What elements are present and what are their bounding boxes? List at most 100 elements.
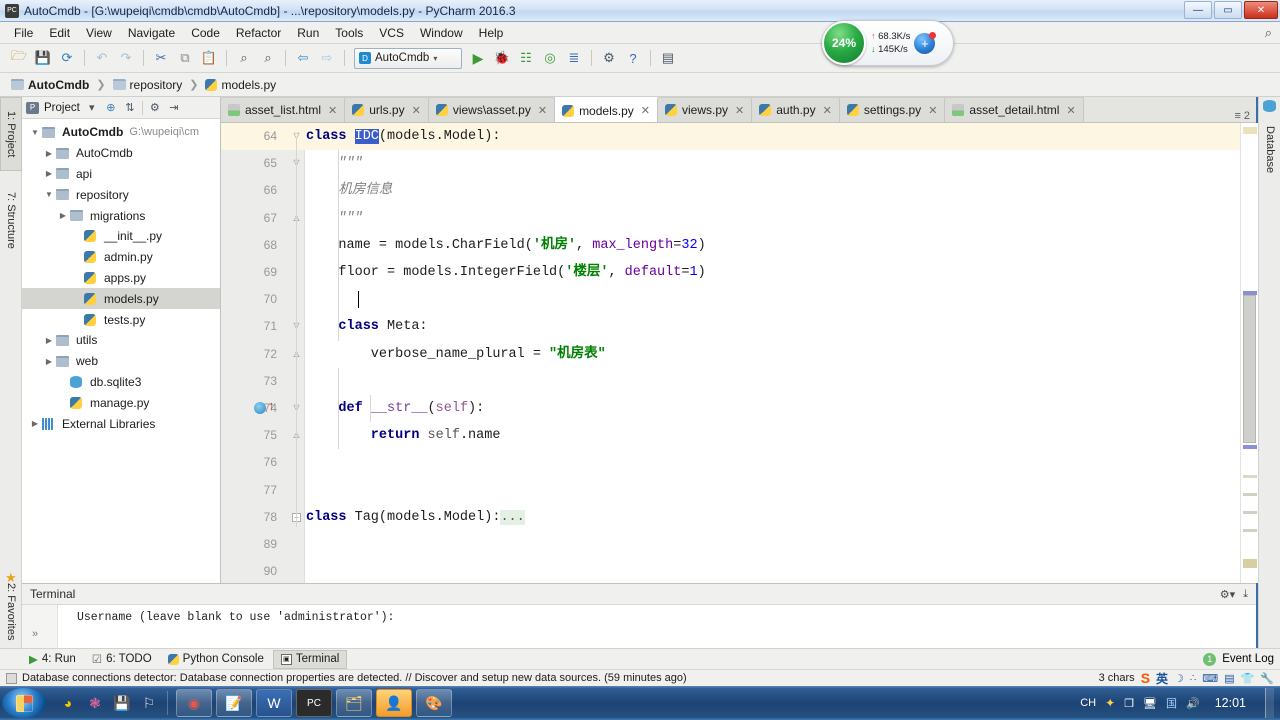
maximize-button[interactable]: ▭ [1214, 1, 1242, 19]
cut-icon[interactable]: ✂ [150, 47, 172, 69]
code-line[interactable]: class Tag(models.Model):... [306, 504, 525, 531]
collapse-all-icon[interactable]: ⇅ [123, 101, 137, 114]
menu-item-tools[interactable]: Tools [327, 24, 371, 42]
search-everywhere-icon[interactable]: ⌕ [1265, 25, 1272, 41]
event-log-button[interactable]: 1 Event Log [1203, 652, 1280, 666]
widget-add-button[interactable]: + [914, 31, 937, 54]
close-icon[interactable]: ✕ [641, 104, 650, 117]
minimize-button[interactable]: — [1184, 1, 1212, 19]
menu-item-view[interactable]: View [78, 24, 120, 42]
code-line[interactable]: def __str__(self): [306, 395, 484, 422]
tree-expand-arrow[interactable]: . [70, 253, 84, 262]
code-line[interactable]: class Meta: [306, 313, 427, 340]
tree-item-manage-py[interactable]: ... manage.py [22, 392, 220, 413]
editor-tab-settings-py[interactable]: settings.py ✕ [839, 97, 946, 122]
ime-toolbox-icon[interactable]: ▤ [1224, 672, 1234, 685]
code-editor[interactable]: 64▽class IDC(models.Model):65▽ """66 机房信… [221, 123, 1256, 583]
breadcrumb-item-models[interactable]: models.py [202, 78, 279, 92]
terminal-prompt-icon[interactable]: » [32, 628, 38, 640]
tree-expand-arrow[interactable]: . [70, 232, 84, 241]
input-method-tray-icon[interactable]: 国 [1166, 695, 1177, 711]
ime-language-icon[interactable]: 英 [1156, 670, 1168, 687]
code-line[interactable]: 机房信息 [306, 177, 392, 204]
ime-skin-icon[interactable]: 👕 [1241, 672, 1255, 685]
menu-item-help[interactable]: Help [471, 24, 512, 42]
network-monitor-widget[interactable]: 24% ↑ 68.3K/s ↓ 145K/s + [822, 20, 954, 66]
tree-expand-arrow[interactable]: . [56, 377, 70, 386]
terminal-output[interactable]: Username (leave blank to use 'administra… [59, 605, 1256, 649]
tree-item-migrations[interactable]: ..▶migrations [22, 205, 220, 226]
editor-tab-overflow[interactable]: ≡ 2 [1234, 110, 1256, 122]
navigate-back-icon[interactable]: ⇦ [292, 47, 314, 69]
code-line[interactable]: """ [306, 150, 362, 177]
tree-item-repository[interactable]: .▼ repository [22, 184, 220, 205]
gear-icon[interactable]: ⚙ [148, 101, 162, 114]
paint-icon[interactable]: ❃ [83, 690, 107, 716]
run-icon[interactable]: ▶ [467, 47, 489, 69]
language-indicator[interactable]: CH [1080, 697, 1096, 709]
editor-tab-views-asset-py[interactable]: views\asset.py ✕ [428, 97, 556, 122]
replace-icon[interactable]: ⌕ [257, 47, 279, 69]
editor-marker-bar[interactable] [1240, 123, 1258, 583]
word-taskbar-button[interactable]: W [256, 689, 292, 717]
tree-expand-arrow[interactable]: ▼ [42, 190, 56, 199]
close-icon[interactable]: ✕ [412, 104, 421, 117]
hide-icon[interactable]: ⇥ [167, 101, 181, 114]
code-line[interactable]: name = models.CharField('机房', max_length… [306, 232, 705, 259]
help-icon[interactable]: ? [622, 47, 644, 69]
code-line[interactable]: verbose_name_plural = "机房表" [306, 341, 606, 368]
gear-icon[interactable]: ⚙▾ [1220, 588, 1235, 601]
sidebar-item-database[interactable]: Database [1259, 115, 1280, 185]
menu-item-window[interactable]: Window [412, 24, 471, 42]
ime-settings-icon[interactable]: 🔧 [1260, 672, 1274, 685]
tree-expand-arrow[interactable]: ▶ [28, 419, 42, 428]
network-icon[interactable]: 🖥 [1143, 697, 1157, 710]
tree-expand-arrow[interactable]: ▼ [28, 128, 42, 137]
tree-item-external-libraries[interactable]: ▶ External Libraries [22, 413, 220, 434]
taskbar-clock[interactable]: 12:01 [1209, 696, 1252, 710]
navigate-forward-icon[interactable]: ⇨ [316, 47, 338, 69]
sogou-logo-icon[interactable]: S [1141, 670, 1150, 686]
attach-process-icon[interactable]: ≣ [563, 47, 585, 69]
tool-button-terminal[interactable]: ▣ Terminal [272, 649, 348, 669]
tree-item-models-py[interactable]: .... models.py [22, 288, 220, 310]
explorer-taskbar-button[interactable]: 🗂 [336, 689, 372, 717]
volume-icon[interactable]: 🔊 [1186, 697, 1200, 710]
tree-item--init-py[interactable]: .... __init__.py [22, 226, 220, 247]
save-icon[interactable]: 💾 [110, 690, 134, 716]
editor-scrollbar-thumb[interactable] [1243, 295, 1256, 443]
code-line[interactable]: floor = models.IntegerField('楼层', defaul… [306, 259, 705, 286]
chrome-taskbar-button[interactable]: ◉ [176, 689, 212, 717]
breadcrumb-item-autocmdb[interactable]: AutoCmdb [8, 78, 92, 92]
settings-icon[interactable]: ⚙ [598, 47, 620, 69]
editor-tab-asset-list-html[interactable]: asset_list.html ✕ [221, 97, 346, 122]
tree-expand-arrow[interactable]: ▶ [42, 336, 56, 345]
hide-icon[interactable]: ⤓ [1243, 588, 1248, 601]
close-icon[interactable]: ✕ [928, 104, 937, 117]
editor-tab-models-py[interactable]: models.py ✕ [555, 97, 658, 122]
show-desktop-button[interactable] [1265, 688, 1274, 718]
ime-keyboard-icon[interactable]: ⌨ [1202, 672, 1218, 685]
start-button[interactable] [2, 688, 46, 718]
tab-list-icon[interactable]: ≡ [1234, 110, 1240, 122]
tree-item-db-sqlite3[interactable]: ... db.sqlite3 [22, 372, 220, 393]
editor-tab-auth-py[interactable]: auth.py ✕ [752, 97, 840, 122]
find-icon[interactable]: ⌕ [233, 47, 255, 69]
override-method-icon[interactable] [254, 402, 266, 414]
ime-moon-icon[interactable]: ☽ [1174, 672, 1184, 685]
windows-tray-icon[interactable]: ❒ [1124, 697, 1134, 710]
breadcrumb-item-repository[interactable]: repository [110, 78, 186, 92]
editor-tab-views-py[interactable]: views.py ✕ [657, 97, 753, 122]
run-configuration-selector[interactable]: D AutoCmdb ▾ [354, 47, 462, 69]
save-all-icon[interactable]: 💾 [32, 47, 54, 69]
tree-item-apps-py[interactable]: .... apps.py [22, 268, 220, 289]
open-folder-icon[interactable]: 🗁 [8, 47, 30, 69]
code-content[interactable]: 64▽class IDC(models.Model):65▽ """66 机房信… [221, 123, 1256, 583]
menu-item-file[interactable]: File [6, 24, 41, 42]
paste-icon[interactable]: 📋 [198, 47, 220, 69]
ime-punctuation-icon[interactable]: ∴ [1190, 673, 1196, 684]
db-console-icon[interactable]: ▤ [657, 47, 679, 69]
code-line[interactable]: class IDC(models.Model): [306, 123, 500, 150]
close-icon[interactable]: ✕ [328, 104, 337, 117]
tree-expand-arrow[interactable]: ▶ [42, 357, 56, 366]
